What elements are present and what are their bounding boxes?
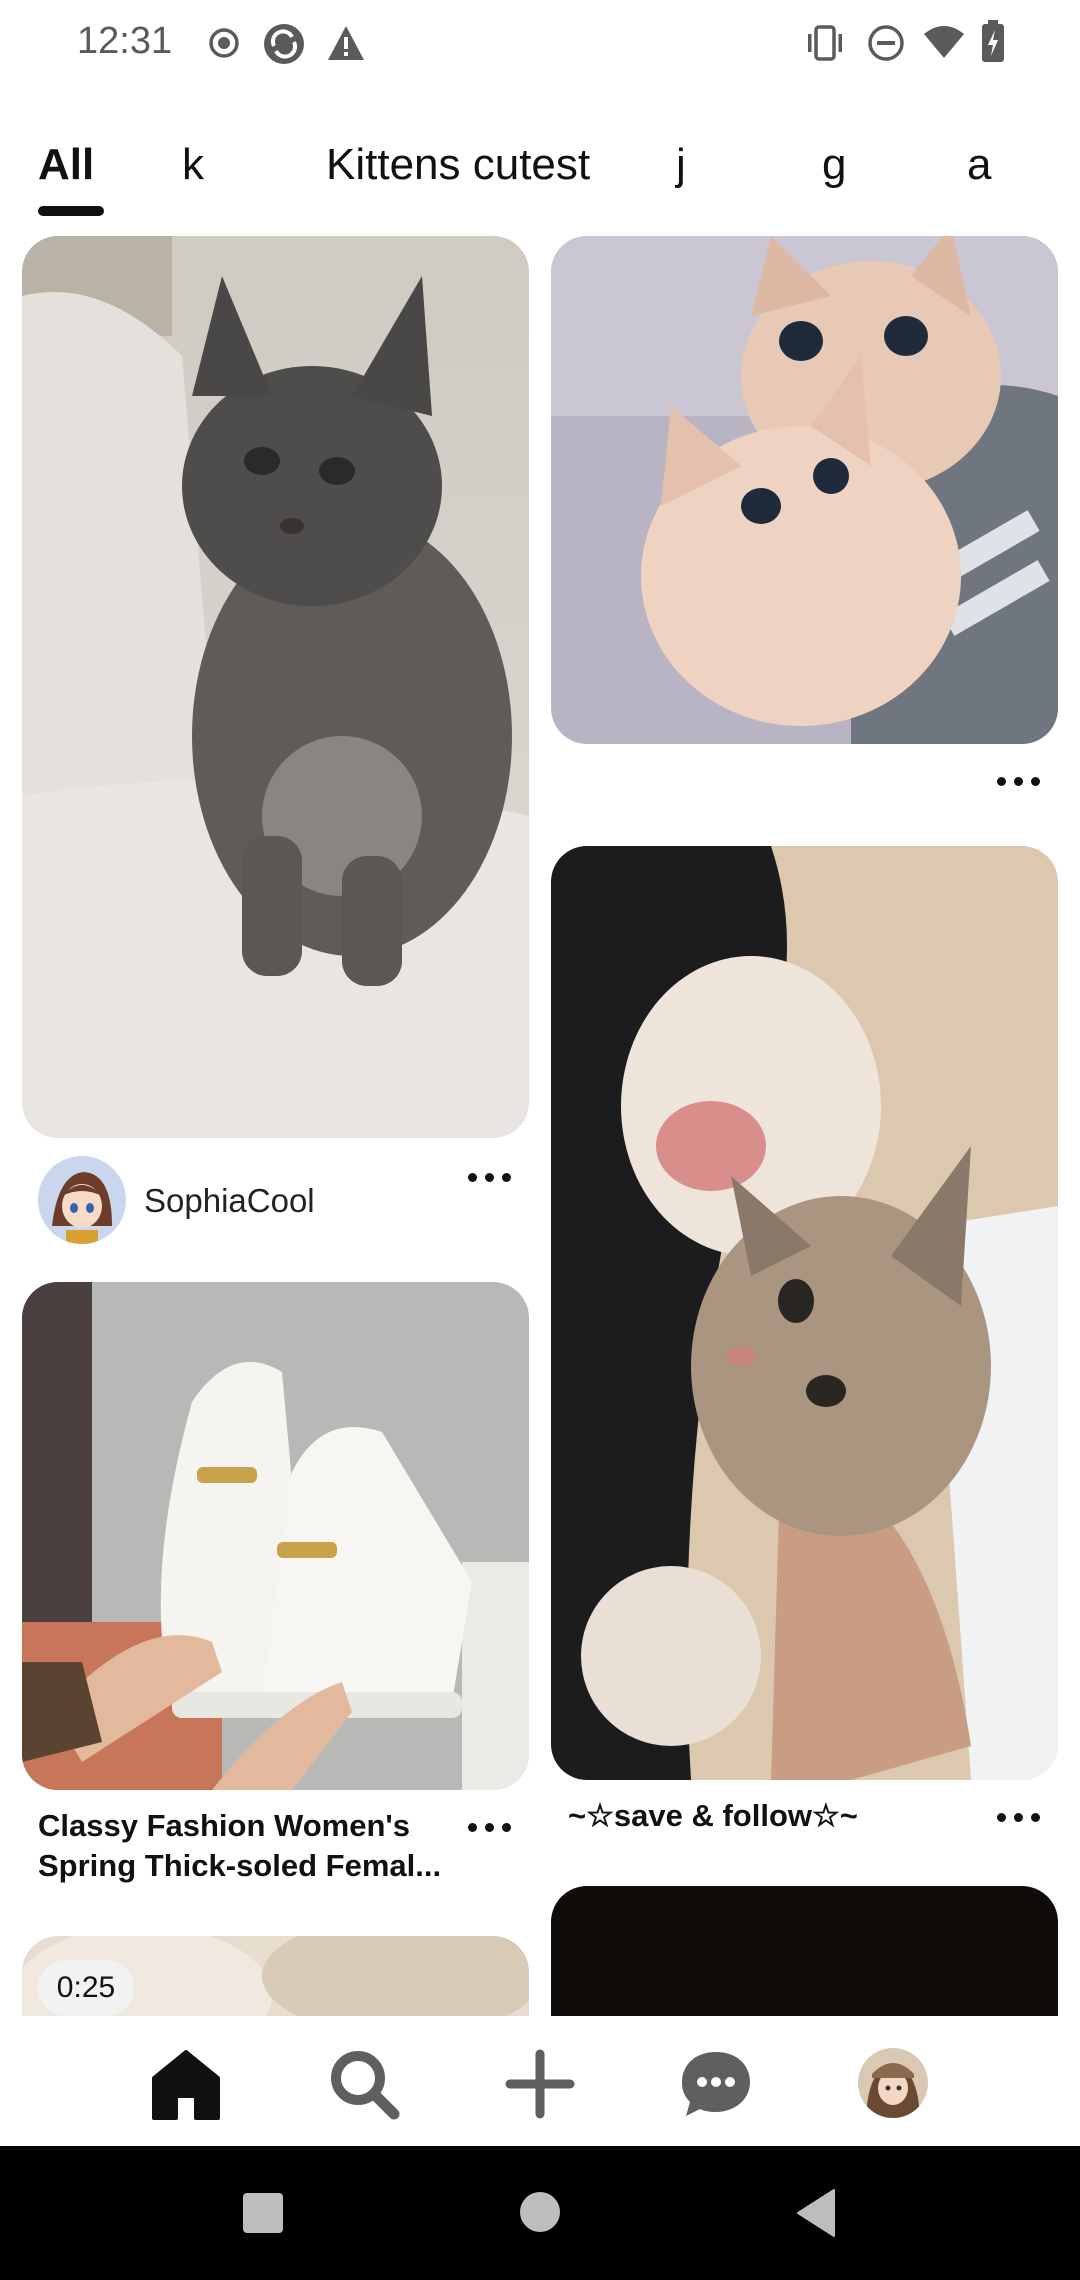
author-avatar[interactable] xyxy=(38,1156,126,1244)
more-options-button[interactable] xyxy=(989,1802,1049,1832)
wifi-icon xyxy=(924,26,964,58)
create-icon[interactable] xyxy=(500,2044,580,2124)
tab-k[interactable]: k xyxy=(182,140,204,190)
profile-avatar[interactable] xyxy=(858,2048,928,2118)
search-icon[interactable] xyxy=(324,2044,404,2124)
home-circle-icon[interactable] xyxy=(518,2190,562,2234)
pin-image-white-loafers[interactable] xyxy=(22,1282,529,1790)
bottom-navigation xyxy=(0,2016,1080,2146)
home-icon[interactable] xyxy=(146,2044,226,2124)
pin-title[interactable]: Classy Fashion Women's Spring Thick-sole… xyxy=(38,1806,458,1886)
pin-image-two-kittens[interactable] xyxy=(551,236,1058,744)
battery-icon xyxy=(982,20,1004,62)
tab-all[interactable]: All xyxy=(38,140,94,190)
active-tab-indicator xyxy=(38,206,104,216)
sync-icon xyxy=(264,24,304,64)
video-duration-badge: 0:25 xyxy=(38,1960,134,2016)
do-not-disturb-icon xyxy=(868,25,904,61)
recents-icon[interactable] xyxy=(242,2192,284,2234)
vibrate-icon xyxy=(808,25,842,61)
tab-g[interactable]: g xyxy=(822,140,846,190)
pin-image-kitten-in-arms[interactable] xyxy=(551,846,1058,1780)
pin-image-gray-kitten[interactable] xyxy=(22,236,529,1138)
more-options-button[interactable] xyxy=(460,1812,520,1842)
tab-kittens-cutest[interactable]: Kittens cutest xyxy=(326,140,590,190)
more-options-button[interactable] xyxy=(989,766,1049,796)
author-name[interactable]: SophiaCool xyxy=(144,1182,315,1220)
warning-icon xyxy=(328,26,364,60)
back-icon[interactable] xyxy=(796,2188,836,2238)
messages-icon[interactable] xyxy=(676,2044,756,2124)
more-options-button[interactable] xyxy=(460,1162,520,1192)
pin-feed[interactable]: SophiaCool ~☆save & follow☆~ Classy Fash… xyxy=(0,236,1080,2016)
pin-image-dark[interactable] xyxy=(551,1886,1058,2016)
board-tabs: All k Kittens cutest j g a xyxy=(0,140,1080,220)
system-navigation-bar xyxy=(0,2146,1080,2280)
record-icon xyxy=(209,28,239,58)
pin-title[interactable]: ~☆save & follow☆~ xyxy=(568,1796,968,1836)
tab-j[interactable]: j xyxy=(676,140,686,190)
status-bar: 12:31 xyxy=(0,0,1080,90)
status-time: 12:31 xyxy=(77,20,173,62)
tab-a[interactable]: a xyxy=(967,140,991,190)
